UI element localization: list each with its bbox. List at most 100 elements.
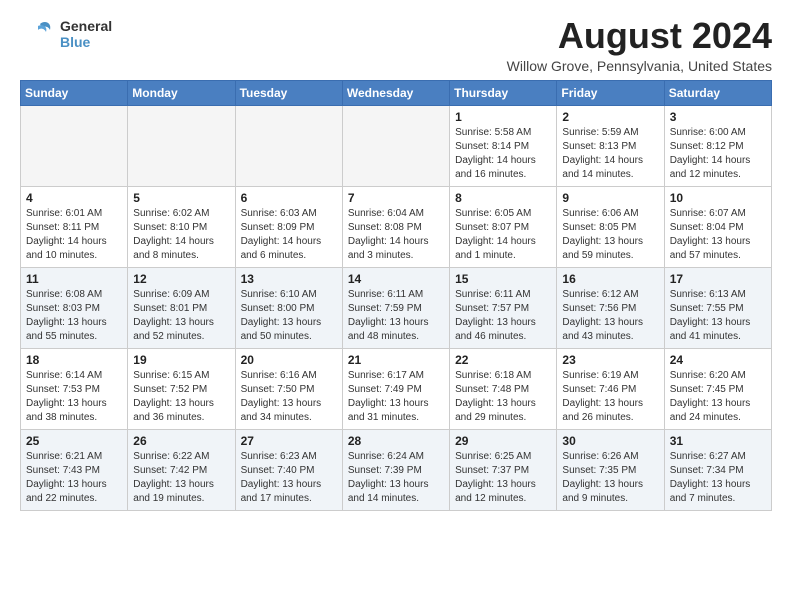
day-info: Sunrise: 6:15 AMSunset: 7:52 PMDaylight:… — [133, 369, 229, 425]
calendar-cell: 17 Sunrise: 6:13 AMSunset: 7:55 PMDayligh… — [664, 267, 771, 348]
calendar-cell: 31Sunrise: 6:27 AMSunset: 7:34 PMDayligh… — [664, 429, 771, 510]
calendar-cell: 1 Sunrise: 5:58 AMSunset: 8:14 PMDaylight… — [450, 105, 557, 186]
header: General Blue August 2024 Willow Grove, P… — [20, 16, 772, 74]
day-info: Sunrise: 6:24 AMSunset: 7:39 PMDaylight:… — [348, 450, 444, 506]
day-number: 1 — [455, 110, 551, 124]
day-number: 22 — [455, 353, 551, 367]
calendar-cell: 27 Sunrise: 6:23 AMSunset: 7:40 PMDayligh… — [235, 429, 342, 510]
location: Willow Grove, Pennsylvania, United State… — [507, 58, 772, 74]
day-number: 12 — [133, 272, 229, 286]
calendar-cell: 5 Sunrise: 6:02 AMSunset: 8:10 PMDaylight… — [128, 186, 235, 267]
calendar-cell: 30 Sunrise: 6:26 AMSunset: 7:35 PMDayligh… — [557, 429, 664, 510]
calendar-cell: 29 Sunrise: 6:25 AMSunset: 7:37 PMDayligh… — [450, 429, 557, 510]
day-info: Sunrise: 5:58 AMSunset: 8:14 PMDaylight:… — [455, 126, 551, 182]
calendar-week-1: 1 Sunrise: 5:58 AMSunset: 8:14 PMDaylight… — [21, 105, 772, 186]
logo: General Blue — [20, 16, 112, 52]
day-info: Sunrise: 6:03 AMSunset: 8:09 PMDaylight:… — [241, 207, 337, 263]
day-number: 16 — [562, 272, 658, 286]
day-number: 14 — [348, 272, 444, 286]
day-number: 7 — [348, 191, 444, 205]
day-number: 27 — [241, 434, 337, 448]
day-info: Sunrise: 5:59 AMSunset: 8:13 PMDaylight:… — [562, 126, 658, 182]
day-info: Sunrise: 6:02 AMSunset: 8:10 PMDaylight:… — [133, 207, 229, 263]
day-number: 25 — [26, 434, 122, 448]
day-info: Sunrise: 6:14 AMSunset: 7:53 PMDaylight:… — [26, 369, 122, 425]
logo-general: General — [60, 18, 112, 34]
calendar-cell: 6 Sunrise: 6:03 AMSunset: 8:09 PMDaylight… — [235, 186, 342, 267]
day-header-wednesday: Wednesday — [342, 80, 449, 105]
day-info: Sunrise: 6:11 AMSunset: 7:57 PMDaylight:… — [455, 288, 551, 344]
month-title: August 2024 — [507, 16, 772, 56]
logo-container: General Blue — [20, 16, 112, 52]
calendar-cell: 19 Sunrise: 6:15 AMSunset: 7:52 PMDayligh… — [128, 348, 235, 429]
day-number: 8 — [455, 191, 551, 205]
day-info: Sunrise: 6:25 AMSunset: 7:37 PMDaylight:… — [455, 450, 551, 506]
header-row: SundayMondayTuesdayWednesdayThursdayFrid… — [21, 80, 772, 105]
day-info: Sunrise: 6:11 AMSunset: 7:59 PMDaylight:… — [348, 288, 444, 344]
calendar-cell — [342, 105, 449, 186]
calendar-week-3: 11 Sunrise: 6:08 AMSunset: 8:03 PMDayligh… — [21, 267, 772, 348]
calendar-cell: 3Sunrise: 6:00 AMSunset: 8:12 PMDaylight… — [664, 105, 771, 186]
day-info: Sunrise: 6:19 AMSunset: 7:46 PMDaylight:… — [562, 369, 658, 425]
day-info: Sunrise: 6:08 AMSunset: 8:03 PMDaylight:… — [26, 288, 122, 344]
day-number: 9 — [562, 191, 658, 205]
calendar-cell: 14 Sunrise: 6:11 AMSunset: 7:59 PMDayligh… — [342, 267, 449, 348]
day-number: 26 — [133, 434, 229, 448]
calendar-cell: 22Sunrise: 6:18 AMSunset: 7:48 PMDayligh… — [450, 348, 557, 429]
calendar-cell: 24 Sunrise: 6:20 AMSunset: 7:45 PMDayligh… — [664, 348, 771, 429]
day-info: Sunrise: 6:16 AMSunset: 7:50 PMDaylight:… — [241, 369, 337, 425]
day-info: Sunrise: 6:05 AMSunset: 8:07 PMDaylight:… — [455, 207, 551, 263]
calendar-cell: 18 Sunrise: 6:14 AMSunset: 7:53 PMDayligh… — [21, 348, 128, 429]
calendar-cell: 15Sunrise: 6:11 AMSunset: 7:57 PMDayligh… — [450, 267, 557, 348]
day-number: 13 — [241, 272, 337, 286]
day-number: 19 — [133, 353, 229, 367]
calendar-cell: 13Sunrise: 6:10 AMSunset: 8:00 PMDayligh… — [235, 267, 342, 348]
day-number: 24 — [670, 353, 766, 367]
day-info: Sunrise: 6:26 AMSunset: 7:35 PMDaylight:… — [562, 450, 658, 506]
day-info: Sunrise: 6:17 AMSunset: 7:49 PMDaylight:… — [348, 369, 444, 425]
day-info: Sunrise: 6:21 AMSunset: 7:43 PMDaylight:… — [26, 450, 122, 506]
day-number: 2 — [562, 110, 658, 124]
day-number: 20 — [241, 353, 337, 367]
day-header-monday: Monday — [128, 80, 235, 105]
calendar-cell: 26 Sunrise: 6:22 AMSunset: 7:42 PMDayligh… — [128, 429, 235, 510]
calendar-cell: 11 Sunrise: 6:08 AMSunset: 8:03 PMDayligh… — [21, 267, 128, 348]
calendar-cell: 23 Sunrise: 6:19 AMSunset: 7:46 PMDayligh… — [557, 348, 664, 429]
day-info: Sunrise: 6:07 AMSunset: 8:04 PMDaylight:… — [670, 207, 766, 263]
day-number: 28 — [348, 434, 444, 448]
day-info: Sunrise: 6:20 AMSunset: 7:45 PMDaylight:… — [670, 369, 766, 425]
day-info: Sunrise: 6:13 AMSunset: 7:55 PMDaylight:… — [670, 288, 766, 344]
calendar-table: SundayMondayTuesdayWednesdayThursdayFrid… — [20, 80, 772, 511]
calendar-cell: 7 Sunrise: 6:04 AMSunset: 8:08 PMDaylight… — [342, 186, 449, 267]
day-number: 18 — [26, 353, 122, 367]
logo-blue: Blue — [60, 34, 112, 50]
day-number: 5 — [133, 191, 229, 205]
day-number: 31 — [670, 434, 766, 448]
day-number: 30 — [562, 434, 658, 448]
calendar-cell — [128, 105, 235, 186]
calendar-week-5: 25 Sunrise: 6:21 AMSunset: 7:43 PMDayligh… — [21, 429, 772, 510]
day-info: Sunrise: 6:23 AMSunset: 7:40 PMDaylight:… — [241, 450, 337, 506]
day-header-tuesday: Tuesday — [235, 80, 342, 105]
day-number: 6 — [241, 191, 337, 205]
calendar-cell: 21Sunrise: 6:17 AMSunset: 7:49 PMDayligh… — [342, 348, 449, 429]
day-header-friday: Friday — [557, 80, 664, 105]
calendar-cell: 25 Sunrise: 6:21 AMSunset: 7:43 PMDayligh… — [21, 429, 128, 510]
title-area: August 2024 Willow Grove, Pennsylvania, … — [507, 16, 772, 74]
day-info: Sunrise: 6:06 AMSunset: 8:05 PMDaylight:… — [562, 207, 658, 263]
calendar-cell: 10Sunrise: 6:07 AMSunset: 8:04 PMDayligh… — [664, 186, 771, 267]
day-header-sunday: Sunday — [21, 80, 128, 105]
day-number: 11 — [26, 272, 122, 286]
calendar-cell: 2 Sunrise: 5:59 AMSunset: 8:13 PMDaylight… — [557, 105, 664, 186]
day-number: 17 — [670, 272, 766, 286]
calendar-cell — [21, 105, 128, 186]
calendar-cell: 4Sunrise: 6:01 AMSunset: 8:11 PMDaylight… — [21, 186, 128, 267]
day-info: Sunrise: 6:12 AMSunset: 7:56 PMDaylight:… — [562, 288, 658, 344]
day-info: Sunrise: 6:22 AMSunset: 7:42 PMDaylight:… — [133, 450, 229, 506]
day-info: Sunrise: 6:09 AMSunset: 8:01 PMDaylight:… — [133, 288, 229, 344]
day-number: 23 — [562, 353, 658, 367]
day-info: Sunrise: 6:04 AMSunset: 8:08 PMDaylight:… — [348, 207, 444, 263]
day-number: 29 — [455, 434, 551, 448]
calendar-cell: 28 Sunrise: 6:24 AMSunset: 7:39 PMDayligh… — [342, 429, 449, 510]
calendar-week-2: 4Sunrise: 6:01 AMSunset: 8:11 PMDaylight… — [21, 186, 772, 267]
